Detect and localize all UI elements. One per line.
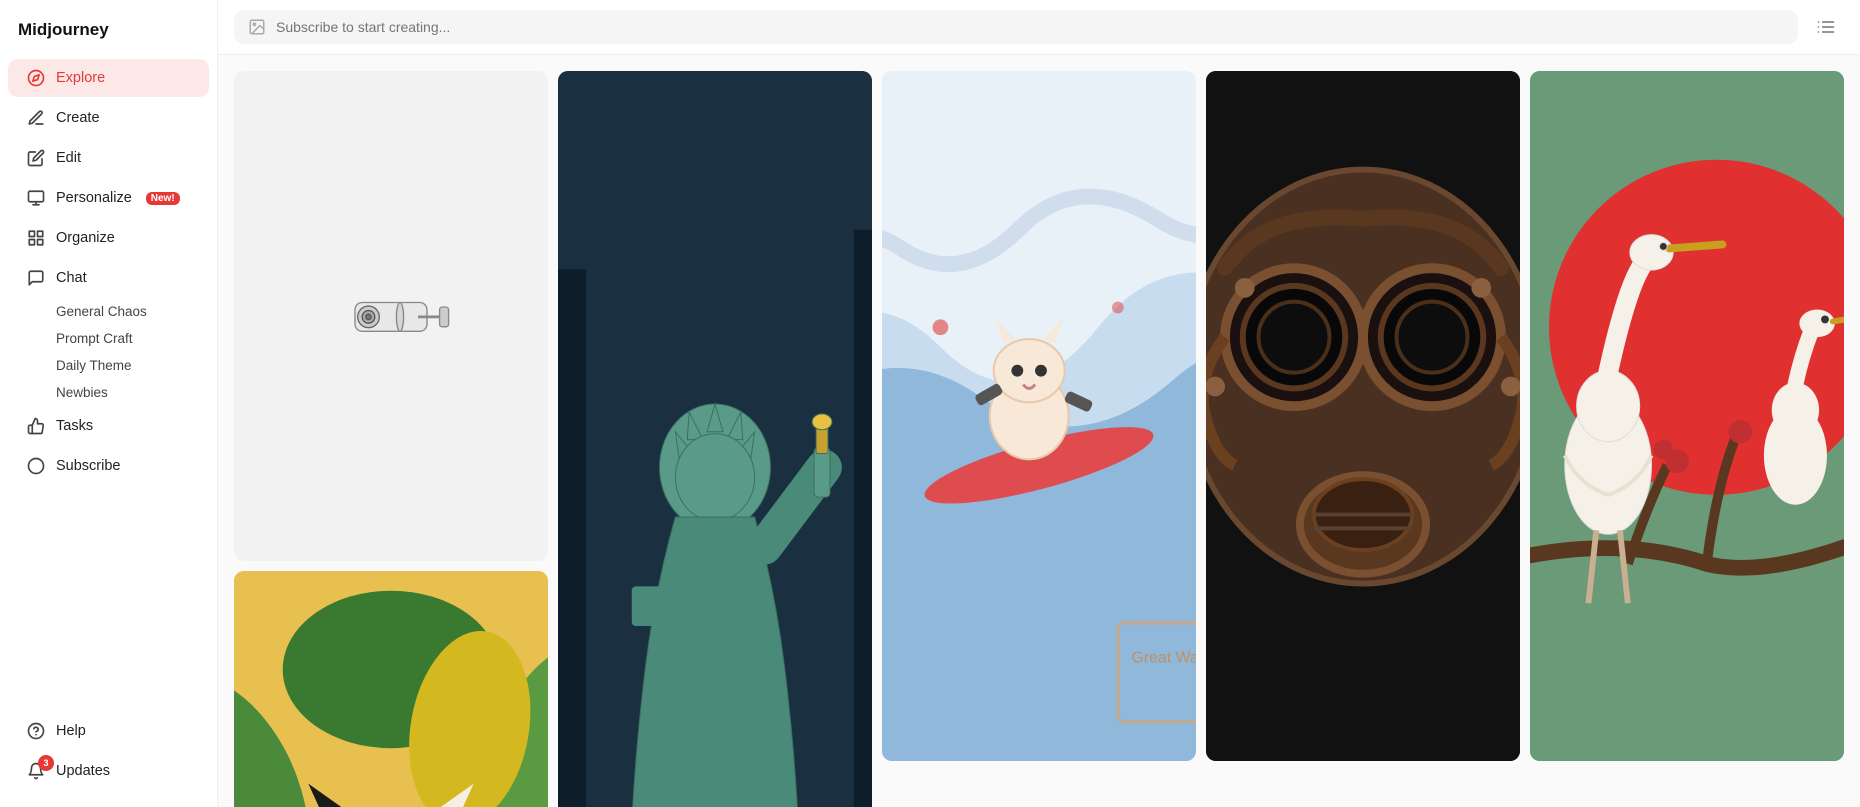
- sidebar-subitem-prompt-craft[interactable]: Prompt Craft: [48, 326, 217, 351]
- edit-icon: [26, 148, 46, 168]
- sidebar-item-organize[interactable]: Organize: [8, 219, 209, 257]
- sidebar-label-chat: Chat: [56, 270, 87, 286]
- sidebar-item-subscribe[interactable]: Subscribe: [8, 447, 209, 485]
- sidebar-label-edit: Edit: [56, 150, 81, 166]
- main-content: Great Wave: [218, 0, 1860, 807]
- help-icon: [26, 721, 46, 741]
- sidebar-item-create[interactable]: Create: [8, 99, 209, 137]
- sidebar-item-edit[interactable]: Edit: [8, 139, 209, 177]
- chat-icon: [26, 268, 46, 288]
- compass-icon: [26, 68, 46, 88]
- sidebar-nav: Explore Create Edit: [0, 58, 217, 791]
- sidebar-label-subscribe: Subscribe: [56, 458, 120, 474]
- search-input[interactable]: [276, 19, 1784, 35]
- sidebar-item-help[interactable]: Help: [8, 712, 209, 750]
- sidebar-subitem-daily-theme[interactable]: Daily Theme: [48, 353, 217, 378]
- sidebar-label-tasks: Tasks: [56, 418, 93, 434]
- sidebar: Midjourney Explore Create: [0, 0, 218, 807]
- sidebar-item-chat[interactable]: Chat: [8, 259, 209, 297]
- updates-badge: 3: [38, 755, 54, 771]
- sidebar-item-personalize[interactable]: Personalize New!: [8, 179, 209, 217]
- chat-sub-items: General Chaos Prompt Craft Daily Theme N…: [48, 298, 217, 406]
- sidebar-subitem-newbies[interactable]: Newbies: [48, 380, 217, 405]
- image-icon: [248, 18, 266, 36]
- gallery-item-1[interactable]: [234, 71, 548, 561]
- app-logo: Midjourney: [0, 16, 217, 58]
- sidebar-label-help: Help: [56, 723, 86, 739]
- gallery: Great Wave: [218, 55, 1860, 807]
- sidebar-label-organize: Organize: [56, 230, 115, 246]
- sidebar-item-explore[interactable]: Explore: [8, 59, 209, 97]
- subscribe-icon: [26, 456, 46, 476]
- gallery-item-5[interactable]: [1530, 71, 1844, 761]
- updates-icon: 3: [26, 761, 46, 781]
- filter-button[interactable]: [1808, 13, 1844, 41]
- person-icon: [26, 188, 46, 208]
- sidebar-label-personalize: Personalize: [56, 190, 132, 206]
- create-icon: [26, 108, 46, 128]
- sidebar-subitem-general-chaos[interactable]: General Chaos: [48, 299, 217, 324]
- new-badge: New!: [146, 192, 180, 205]
- gallery-item-3[interactable]: Great Wave: [882, 71, 1196, 761]
- organize-icon: [26, 228, 46, 248]
- sidebar-label-updates: Updates: [56, 763, 110, 779]
- sidebar-label-explore: Explore: [56, 70, 105, 86]
- search-input-wrapper[interactable]: [234, 10, 1798, 44]
- sidebar-item-tasks[interactable]: Tasks: [8, 407, 209, 445]
- sidebar-label-create: Create: [56, 110, 100, 126]
- gallery-item-2[interactable]: [558, 71, 872, 807]
- tasks-icon: [26, 416, 46, 436]
- search-bar: [218, 0, 1860, 55]
- svg-text:Great Wave: Great Wave: [1132, 649, 1196, 666]
- gallery-item-4[interactable]: [1206, 71, 1520, 761]
- masonry-grid: Great Wave: [234, 71, 1844, 807]
- gallery-item-6[interactable]: [234, 571, 548, 807]
- sidebar-item-updates[interactable]: 3 Updates: [8, 752, 209, 790]
